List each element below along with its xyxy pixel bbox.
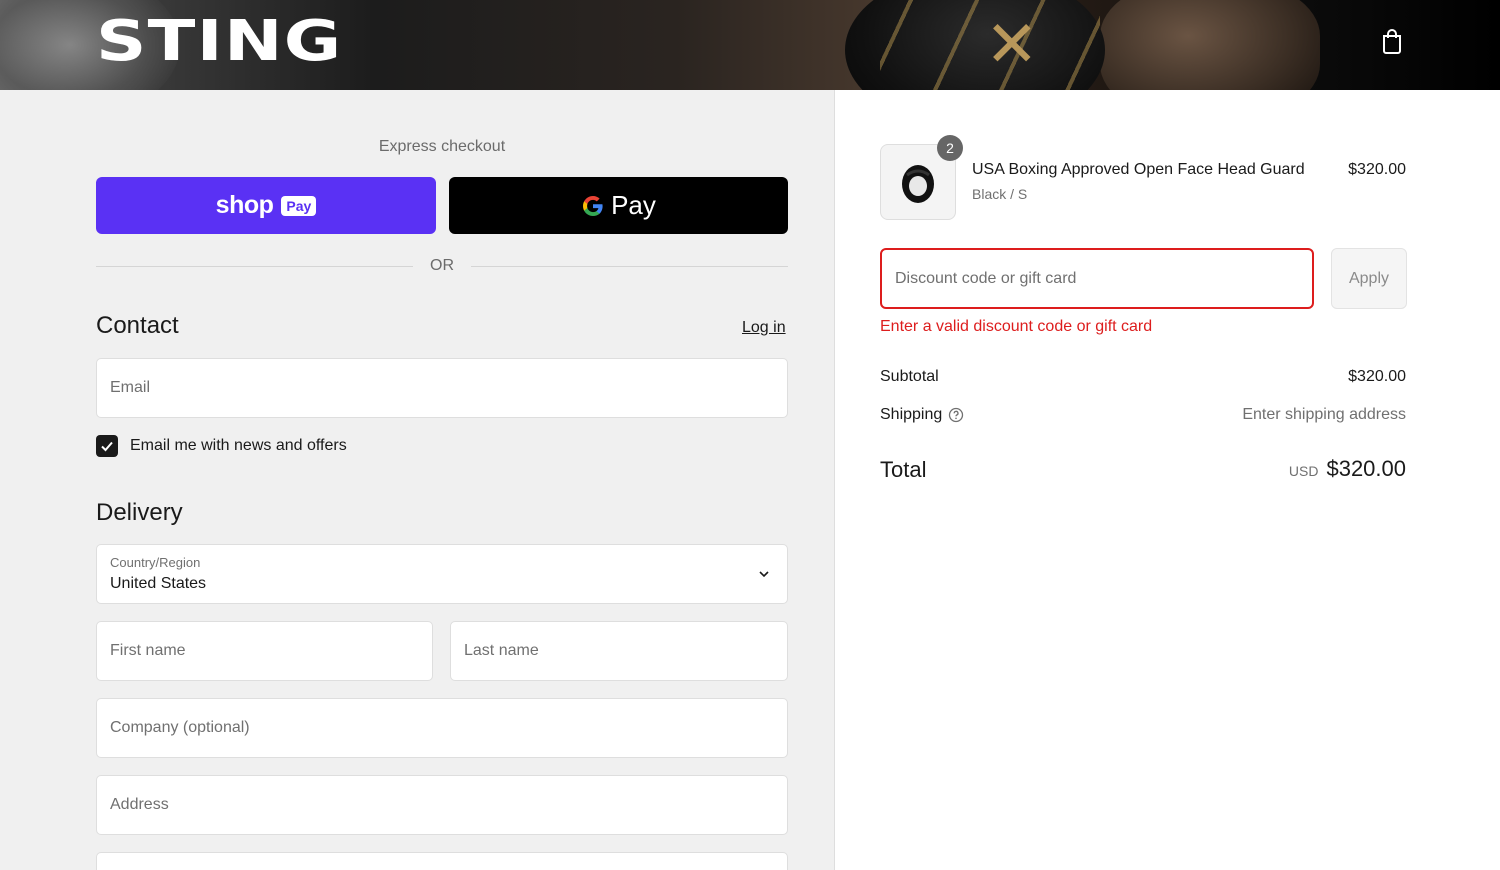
discount-code-input[interactable]: Discount code or gift card	[880, 248, 1314, 309]
order-summary-panel: 2 USA Boxing Approved Open Face Head Gua…	[835, 90, 1500, 870]
company-placeholder: Company (optional)	[110, 719, 250, 736]
shop-pay-badge: Pay	[281, 195, 317, 216]
country-select[interactable]: Country/Region United States	[96, 544, 788, 604]
google-pay-wordmark: Pay	[611, 190, 656, 220]
checkmark-icon	[101, 441, 113, 452]
shopping-bag-icon[interactable]	[1380, 28, 1404, 54]
newsletter-checkbox[interactable]	[96, 435, 118, 457]
apply-discount-button[interactable]: Apply	[1331, 248, 1407, 309]
header-banner: ✕ STING	[0, 0, 1500, 90]
shop-pay-button[interactable]: shop Pay	[96, 177, 436, 234]
next-field[interactable]	[96, 852, 788, 870]
discount-error-message: Enter a valid discount code or gift card	[880, 318, 1153, 335]
total-currency: USD	[1288, 463, 1319, 479]
shop-pay-wordmark: shop	[215, 191, 274, 219]
discount-placeholder: Discount code or gift card	[895, 269, 1077, 287]
or-divider: OR	[96, 256, 788, 276]
or-text: OR	[430, 257, 454, 274]
shipping-value: Enter shipping address	[1242, 406, 1406, 423]
banner-arm	[1100, 0, 1320, 90]
login-link[interactable]: Log in	[742, 319, 786, 337]
email-field[interactable]: Email	[96, 358, 788, 418]
delivery-heading: Delivery	[96, 499, 183, 526]
total-label: Total	[880, 457, 927, 482]
total-value-row: USD $320.00	[1289, 456, 1406, 482]
subtotal-value: $320.00	[1348, 368, 1406, 385]
first-name-field[interactable]: First name	[96, 621, 433, 681]
product-variant: Black / S	[972, 186, 1028, 202]
address-placeholder: Address	[110, 796, 169, 813]
newsletter-label: Email me with news and offers	[130, 437, 347, 454]
banner-glove-logo: ✕	[985, 8, 1039, 82]
checkout-form-panel: Express checkout shop Pay Pay OR Contact…	[0, 90, 835, 870]
google-g-icon	[583, 195, 603, 216]
last-name-field[interactable]: Last name	[450, 621, 788, 681]
email-placeholder: Email	[110, 379, 151, 396]
help-circle-icon[interactable]	[948, 407, 964, 423]
product-price: $320.00	[1348, 161, 1406, 178]
chevron-down-icon	[759, 571, 769, 578]
express-checkout-title: Express checkout	[378, 138, 506, 155]
first-name-placeholder: First name	[110, 642, 186, 659]
subtotal-label: Subtotal	[880, 368, 939, 385]
product-name: USA Boxing Approved Open Face Head Guard	[972, 161, 1305, 178]
company-field[interactable]: Company (optional)	[96, 698, 788, 758]
total-amount: $320.00	[1326, 456, 1406, 481]
last-name-placeholder: Last name	[464, 642, 539, 659]
brand-logo[interactable]: STING	[96, 14, 343, 70]
contact-heading: Contact	[96, 312, 179, 339]
quantity-badge: 2	[937, 135, 963, 161]
shipping-label-row: Shipping	[880, 406, 964, 424]
address-field[interactable]: Address	[96, 775, 788, 835]
country-value: United States	[110, 575, 207, 592]
shipping-label: Shipping	[880, 406, 943, 423]
google-pay-button[interactable]: Pay	[449, 177, 788, 234]
country-label: Country/Region	[110, 555, 201, 570]
newsletter-option[interactable]: Email me with news and offers	[96, 435, 347, 457]
